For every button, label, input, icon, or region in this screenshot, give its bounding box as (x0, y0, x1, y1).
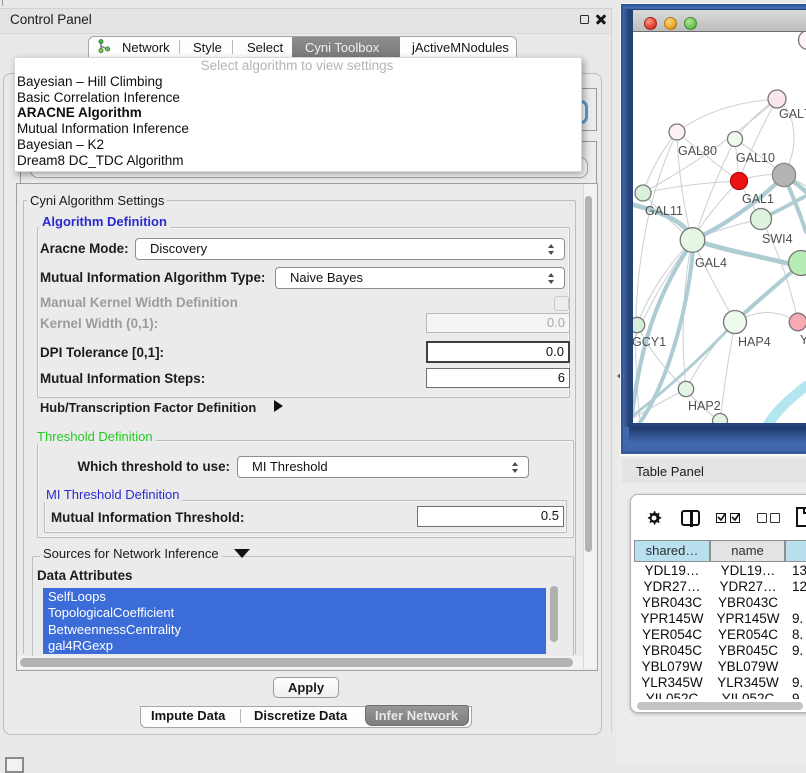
svg-text:GAL7: GAL7 (779, 107, 806, 121)
svg-text:GAL80: GAL80 (678, 144, 717, 158)
svg-text:Y: Y (800, 333, 806, 347)
svg-text:HAP2: HAP2 (688, 399, 721, 413)
svg-text:GAL1: GAL1 (742, 192, 774, 206)
svg-text:GCY1: GCY1 (633, 335, 666, 349)
svg-text:SWI4: SWI4 (762, 232, 793, 246)
svg-text:GAL11: GAL11 (645, 204, 683, 218)
svg-text:GAL10: GAL10 (736, 151, 775, 165)
svg-text:GAL4: GAL4 (695, 256, 727, 270)
svg-text:HAP4: HAP4 (738, 335, 771, 349)
